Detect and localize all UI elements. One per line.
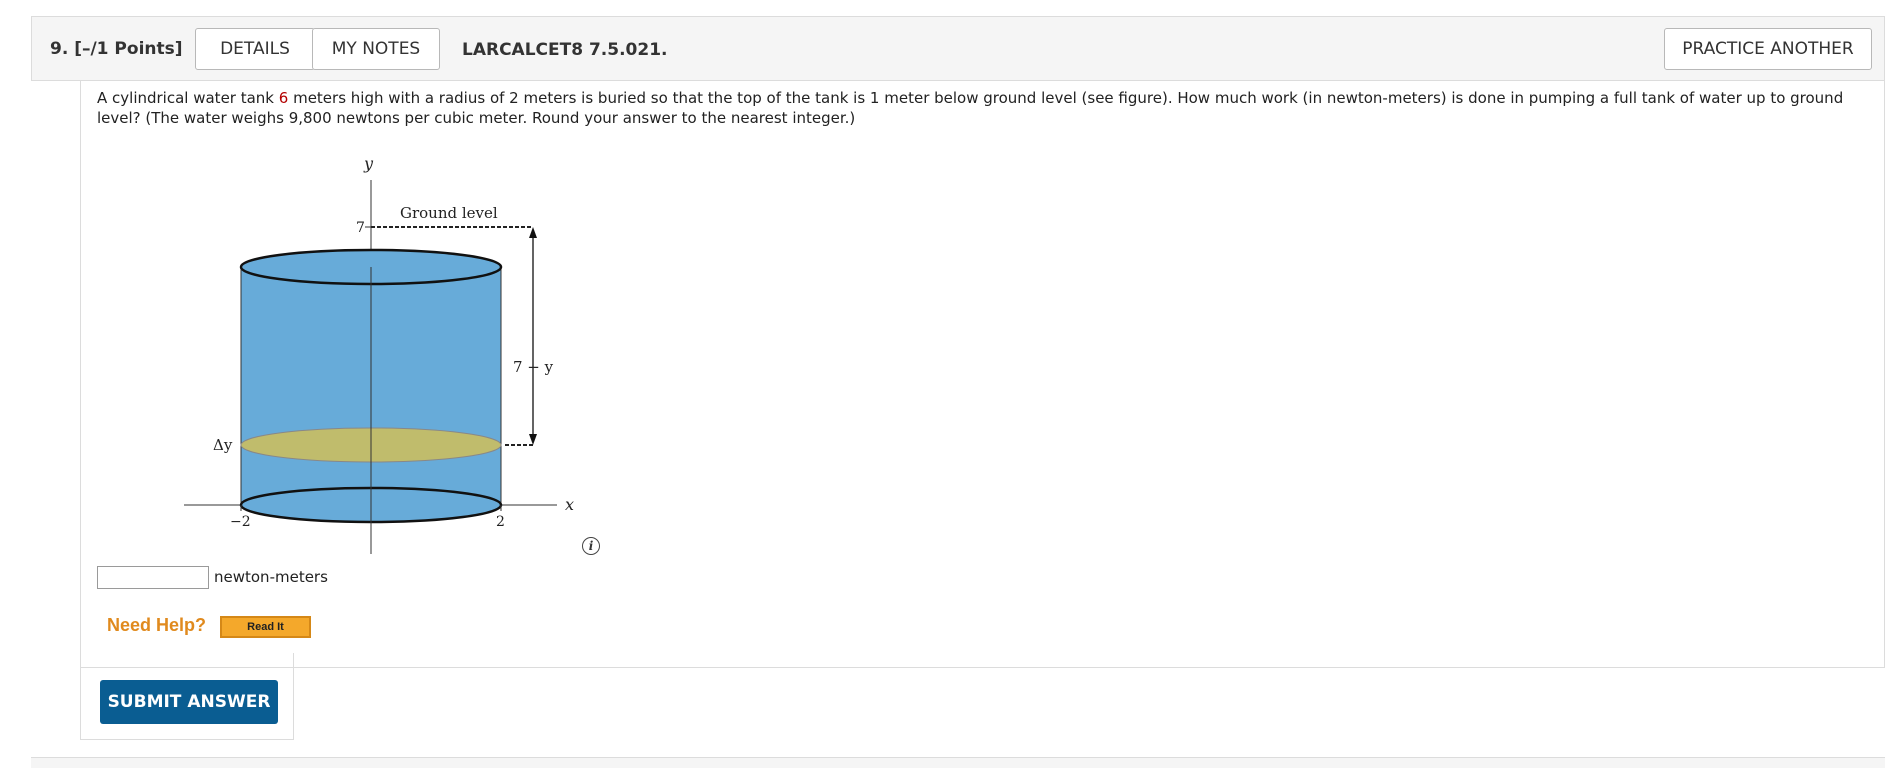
tick-label-7: 7: [356, 220, 365, 236]
practice-another-button[interactable]: PRACTICE ANOTHER: [1664, 28, 1872, 70]
ground-level-label: Ground level: [400, 204, 498, 222]
details-button[interactable]: DETAILS: [195, 28, 315, 70]
distance-label: 7 − y: [513, 358, 554, 376]
info-icon[interactable]: i: [582, 537, 600, 555]
x-axis-label: x: [565, 495, 574, 514]
question-source: LARCALCET8 7.5.021.: [462, 40, 668, 60]
submit-answer-button[interactable]: SUBMIT ANSWER: [100, 680, 278, 724]
my-notes-button[interactable]: MY NOTES: [312, 28, 440, 70]
highlighted-value: 6: [278, 89, 289, 107]
problem-statement: A cylindrical water tank 6 meters high w…: [97, 89, 1844, 127]
delta-y-label: Δy: [213, 436, 233, 454]
answer-units: newton-meters: [214, 568, 328, 586]
y-axis-label: y: [363, 154, 374, 173]
answer-input[interactable]: [97, 566, 209, 589]
need-help-label: Need Help?: [107, 615, 207, 635]
tank-figure: y x Ground level 7 7 − y Δy −2 2: [184, 154, 574, 554]
next-question-header: [31, 757, 1885, 768]
read-it-button[interactable]: Read It: [220, 616, 311, 638]
question-header: 9. [–/1 Points] DETAILS MY NOTES LARCALC…: [31, 16, 1885, 81]
question-number: 9. [–/1 Points]: [50, 39, 183, 59]
x-tick-label-pos: 2: [496, 514, 505, 530]
x-tick-label-neg: −2: [230, 514, 251, 530]
